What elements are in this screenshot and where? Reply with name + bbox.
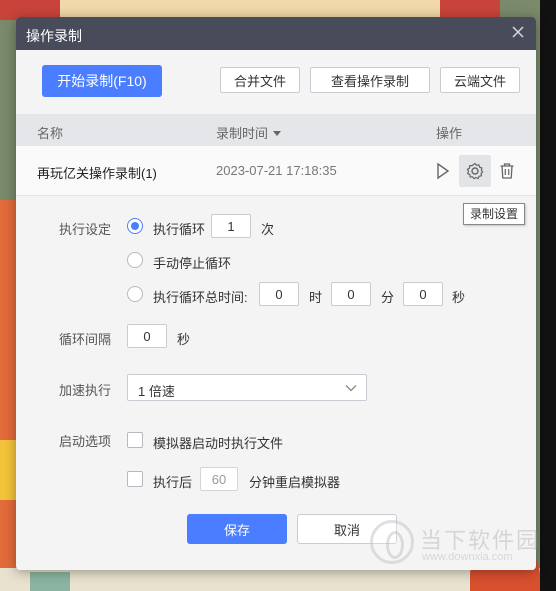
startup-label: 启动选项: [59, 434, 112, 449]
table-row[interactable]: 再玩亿关操作录制(1) 2023-07-21 17:18:35: [16, 146, 536, 196]
restart-prefix: 执行后: [153, 475, 193, 490]
minutes-unit: 分: [381, 290, 395, 305]
background-left-art-2: [0, 440, 16, 500]
record-name: 再玩亿关操作录制(1): [37, 166, 157, 181]
minutes-input[interactable]: [331, 282, 371, 306]
chevron-down-icon: [344, 381, 358, 398]
cloud-files-button[interactable]: 云端文件: [440, 67, 520, 93]
watermark-logo-icon: [370, 520, 414, 564]
hours-unit: 时: [309, 290, 323, 305]
restart-minutes-input[interactable]: [200, 467, 238, 491]
dialog-titlebar: 操作录制: [16, 17, 536, 50]
column-time-label: 录制时间: [216, 126, 269, 141]
close-icon[interactable]: [510, 24, 526, 40]
hours-input[interactable]: [259, 282, 299, 306]
column-name: 名称: [37, 126, 64, 141]
loop-count-unit: 次: [261, 222, 275, 237]
startup-run-checkbox[interactable]: [127, 432, 143, 448]
loop-count-radio[interactable]: [127, 218, 143, 234]
merge-files-button[interactable]: 合并文件: [220, 67, 300, 93]
column-actions: 操作: [436, 126, 463, 141]
background-bottom-art: [0, 568, 540, 591]
loop-count-label: 执行循环: [153, 222, 206, 237]
view-records-button[interactable]: 查看操作录制: [310, 67, 430, 93]
watermark-url: www.downxia.com: [422, 551, 513, 563]
interval-label: 循环间隔: [59, 332, 112, 347]
emulator-side-panel: [540, 0, 556, 591]
settings-gear-icon[interactable]: [459, 155, 491, 187]
seconds-input[interactable]: [403, 282, 443, 306]
start-record-button[interactable]: 开始录制(F10): [42, 65, 162, 97]
dialog-title: 操作录制: [26, 28, 82, 44]
play-icon[interactable]: [427, 155, 459, 187]
interval-unit: 秒: [177, 332, 191, 347]
restart-suffix: 分钟重启模拟器: [249, 475, 341, 490]
loop-count-input[interactable]: [211, 214, 251, 238]
speed-select[interactable]: 1 倍速: [127, 374, 367, 401]
manual-stop-label: 手动停止循环: [153, 256, 232, 271]
background-deco-art: [30, 572, 70, 591]
total-time-radio[interactable]: [127, 286, 143, 302]
settings-tooltip: 录制设置: [463, 203, 525, 225]
speed-label: 加速执行: [59, 383, 112, 398]
record-time: 2023-07-21 17:18:35: [216, 163, 337, 178]
delete-trash-icon[interactable]: [491, 155, 523, 187]
background-left-art: [0, 200, 16, 591]
speed-value: 1 倍速: [138, 384, 175, 399]
table-header: 名称 录制时间 操作: [16, 114, 536, 146]
column-time[interactable]: 录制时间: [216, 123, 282, 142]
total-time-label: 执行循环总时间:: [153, 290, 248, 305]
restart-checkbox[interactable]: [127, 471, 143, 487]
manual-stop-radio[interactable]: [127, 252, 143, 268]
seconds-unit: 秒: [452, 290, 466, 305]
exec-settings-label: 执行设定: [59, 222, 112, 237]
startup-run-label: 模拟器启动时执行文件: [153, 436, 284, 451]
save-button[interactable]: 保存: [187, 514, 287, 544]
record-dialog: 操作录制 开始录制(F10) 合并文件 查看操作录制 云端文件 名称 录制时间 …: [16, 17, 536, 570]
sort-down-icon: [273, 131, 282, 136]
interval-input[interactable]: [127, 324, 167, 348]
dialog-toolbar: 开始录制(F10) 合并文件 查看操作录制 云端文件: [16, 50, 536, 114]
